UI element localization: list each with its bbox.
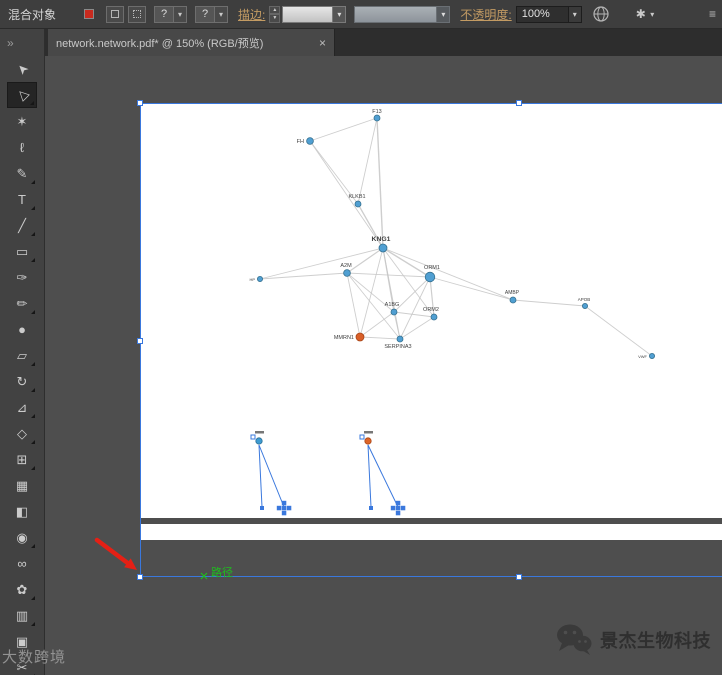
chevron-down-icon[interactable]: ▾	[568, 5, 582, 23]
artboard[interactable]	[140, 104, 722, 518]
tool-pen[interactable]: ✎	[7, 160, 37, 186]
close-icon[interactable]: ×	[311, 36, 326, 50]
square-icon	[111, 10, 120, 18]
panel-menu-icon[interactable]: ≡	[709, 7, 716, 21]
line-segment-icon: ╱	[18, 217, 26, 233]
stroke-weight-dropdown[interactable]: ▾	[282, 5, 347, 23]
symbol-sprayer-icon: ✿	[16, 581, 28, 597]
tool-column-graph[interactable]: ▥	[7, 602, 37, 628]
scale-icon: ⊿	[16, 399, 28, 415]
tool-blob-brush[interactable]: ●	[7, 316, 37, 342]
stroke-weight-value	[282, 5, 334, 23]
dashed-square-icon	[133, 10, 142, 18]
tool-scale[interactable]: ⊿	[7, 394, 37, 420]
context-label: 混合对象	[8, 7, 57, 22]
document-tab[interactable]: network.network.pdf* @ 150% (RGB/预览) ×	[48, 29, 335, 56]
rectangle-icon: ▭	[15, 243, 29, 259]
width-profile-value	[354, 5, 438, 23]
right-watermark: 景杰生物科技	[556, 624, 711, 656]
direct-selection-icon: ▷	[13, 86, 31, 104]
tool-lasso[interactable]: ℓ	[7, 134, 37, 160]
tool-mesh[interactable]: ▦	[7, 472, 37, 498]
blend-icon: ∞	[17, 555, 27, 571]
tool-type[interactable]: T	[7, 186, 37, 212]
tool-rotate[interactable]: ↻	[7, 368, 37, 394]
tool-direct-selection[interactable]: ▷	[7, 82, 37, 108]
mesh-icon: ▦	[15, 477, 29, 493]
opacity-dropdown[interactable]: 100% ▾	[515, 5, 582, 23]
stepper-up-icon[interactable]: ▲	[269, 5, 281, 14]
rotate-icon: ↻	[16, 373, 28, 389]
graphic-style-value: ?	[195, 5, 216, 23]
opacity-label[interactable]: 不透明度:	[460, 6, 511, 23]
blob-brush-icon: ●	[18, 321, 26, 337]
tools-panel: » ➤ ▷ ✶ ℓ ✎ T ╱ ▭ ✑ ✏ ● ▱ ↻ ⊿ ◇ ⊞ ▦ ◧ ◉ ∞ ✿ ▥ ▣ ✂	[0, 29, 45, 675]
tool-eyedropper[interactable]: ◉	[7, 524, 37, 550]
chevron-down-icon[interactable]: ▾	[215, 5, 229, 23]
eraser-icon: ▱	[17, 347, 27, 363]
tool-line-segment[interactable]: ╱	[7, 212, 37, 238]
tool-magic-wand[interactable]: ✶	[7, 108, 37, 134]
tool-selection[interactable]: ➤	[7, 56, 37, 82]
tool-blend[interactable]: ∞	[7, 550, 37, 576]
graphic-style-dropdown[interactable]: ? ▾	[195, 5, 229, 23]
tool-pencil[interactable]: ✏	[7, 290, 37, 316]
tool-gradient[interactable]: ◧	[7, 498, 37, 524]
type-icon: T	[18, 191, 26, 207]
chevron-down-icon[interactable]: ▾	[333, 5, 347, 23]
tool-paintbrush[interactable]: ✑	[7, 264, 37, 290]
canvas[interactable]	[45, 56, 722, 675]
paintbrush-icon: ✑	[16, 269, 28, 285]
eyedropper-icon: ◉	[16, 529, 28, 545]
pen-icon: ✎	[16, 165, 28, 181]
tool-eraser[interactable]: ▱	[7, 342, 37, 368]
document-tab-title: network.network.pdf* @ 150% (RGB/预览)	[56, 37, 264, 50]
collapse-icon[interactable]: »	[7, 36, 14, 50]
width-profile-dropdown[interactable]: ▾	[354, 5, 451, 23]
globe-icon[interactable]	[592, 5, 610, 23]
illustrator-window: 混合对象 ? ▾ ? ▾ 描边: ▲ ▼ ▾ ▾ 不透明度: 100% ▾ ✱ …	[0, 0, 722, 675]
brush-definition-dropdown[interactable]: ? ▾	[154, 5, 188, 23]
chevron-down-icon[interactable]: ▾	[646, 6, 659, 23]
stepper-down-icon[interactable]: ▼	[269, 14, 281, 23]
stroke-label[interactable]: 描边:	[238, 6, 265, 23]
gear-icon: ✱	[635, 7, 646, 21]
gradient-icon: ◧	[15, 503, 29, 519]
tab-bar: network.network.pdf* @ 150% (RGB/预览) ×	[45, 29, 722, 56]
wechat-icon	[557, 624, 592, 655]
artboard-strip-object[interactable]	[140, 524, 722, 540]
right-watermark-text: 景杰生物科技	[600, 631, 711, 651]
toolbar-tools: ➤ ▷ ✶ ℓ ✎ T ╱ ▭ ✑ ✏ ● ▱ ↻ ⊿ ◇ ⊞ ▦ ◧ ◉ ∞ ✿ ▥ ▣ ✂	[0, 56, 44, 675]
shape-builder-icon: ◇	[17, 425, 27, 441]
perspective-grid-icon: ⊞	[16, 451, 28, 467]
stroke-weight-stepper[interactable]: ▲ ▼	[269, 5, 281, 23]
pencil-icon: ✏	[16, 295, 28, 311]
tools-panel-header: »	[0, 29, 44, 56]
fill-color-swatch[interactable]	[84, 9, 95, 19]
chevron-down-icon[interactable]: ▾	[174, 5, 188, 23]
control-bar: 混合对象 ? ▾ ? ▾ 描边: ▲ ▼ ▾ ▾ 不透明度: 100% ▾ ✱ …	[0, 0, 722, 29]
style-icon-button-1[interactable]	[106, 5, 125, 23]
tool-rectangle[interactable]: ▭	[7, 238, 37, 264]
opacity-value: 100%	[515, 5, 569, 23]
options-button[interactable]: ✱ ▾	[636, 6, 659, 23]
lasso-icon: ℓ	[19, 139, 25, 155]
chevron-down-icon[interactable]: ▾	[437, 5, 451, 23]
style-icon-button-2[interactable]	[128, 5, 147, 23]
brush-definition-value: ?	[154, 5, 175, 23]
tool-perspective-grid[interactable]: ⊞	[7, 446, 37, 472]
tool-shape-builder[interactable]: ◇	[7, 420, 37, 446]
column-graph-icon: ▥	[15, 607, 29, 623]
tool-symbol-sprayer[interactable]: ✿	[7, 576, 37, 602]
selection-icon: ➤	[12, 59, 32, 79]
magic-wand-icon: ✶	[16, 113, 28, 129]
left-watermark: 大数跨境	[2, 649, 67, 666]
